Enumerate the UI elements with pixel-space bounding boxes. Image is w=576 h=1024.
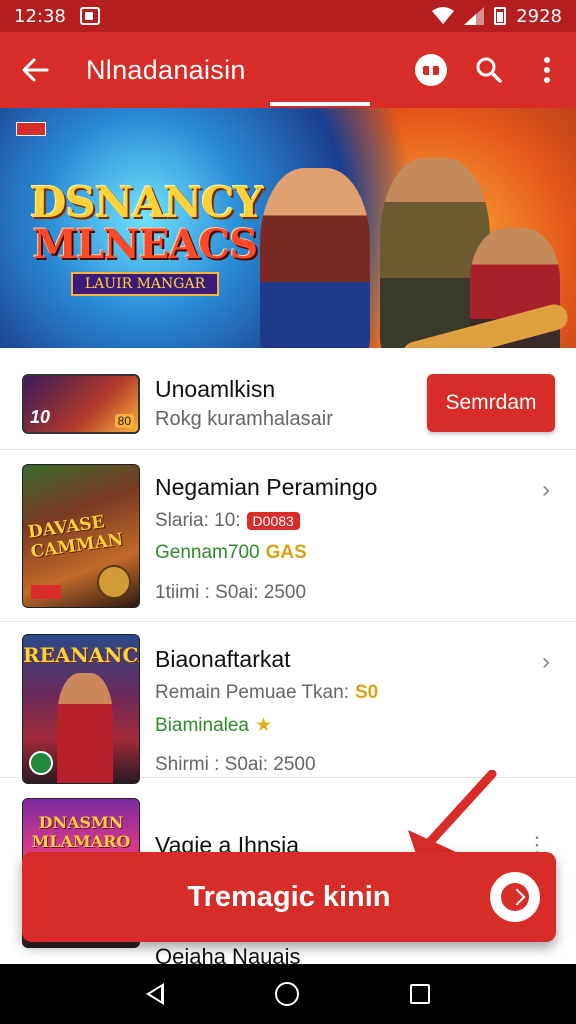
list-item[interactable]: DAVASE CAMMAN Negamian Peramingo Slaria:… xyxy=(0,450,576,622)
chevron-right-icon[interactable]: › xyxy=(542,476,550,504)
battery-icon xyxy=(494,7,507,25)
list-item[interactable]: REANANCA Biaonaftarkat Remain Pemuae Tka… xyxy=(0,622,576,784)
search-button[interactable] xyxy=(460,32,518,108)
banner-logo: DSNANCY MLNEACS LAUIR MANGAR xyxy=(30,178,264,296)
status-icons: 2928 xyxy=(432,6,562,27)
wifi-icon xyxy=(432,7,455,24)
search-icon xyxy=(476,57,502,83)
featured-banner[interactable]: DSNANCY MLNEACS LAUIR MANGAR xyxy=(0,108,576,348)
more-vert-icon xyxy=(544,57,550,83)
banner-logo-line2: MLNEACS xyxy=(32,221,258,268)
banner-badge xyxy=(16,122,46,136)
hero-character-1 xyxy=(260,168,370,348)
status-time: 12:38 xyxy=(14,5,66,27)
banner-logo-tag: LAUIR MANGAR xyxy=(70,272,220,296)
status-badge: D0083 xyxy=(246,512,300,530)
arrow-left-icon xyxy=(22,58,49,82)
game-name: Unoamlkisn xyxy=(155,376,276,402)
thumbnail-title: REANANCA xyxy=(23,643,139,667)
store-button[interactable] xyxy=(402,32,460,108)
game-subtitle: Rokg kuramhalasair xyxy=(155,408,333,430)
nav-home-icon[interactable] xyxy=(274,982,299,1006)
more-options-button[interactable] xyxy=(518,32,576,108)
game-meta-text: Slaria: 10: xyxy=(155,510,241,531)
back-button[interactable] xyxy=(0,32,70,108)
game-reward-text: Biaminalea xyxy=(155,714,249,736)
thumbnail-logo xyxy=(29,751,53,775)
app-screen: 12:38 2928 Nlnadanaisin DSNANCY MLNEACS … xyxy=(0,0,576,1024)
nav-back-icon[interactable] xyxy=(145,983,164,1005)
star-icon: ★ xyxy=(255,715,273,736)
nav-recents-icon[interactable] xyxy=(410,984,431,1004)
thumbnail-badge xyxy=(31,585,61,599)
banner-logo-line1: DSNANCY xyxy=(30,178,264,227)
app-bar: Nlnadanaisin xyxy=(0,32,576,108)
thumbnail-title: DAVASE CAMMAN xyxy=(26,512,125,563)
game-reward: Biaminalea ★ xyxy=(155,714,272,737)
thumbnail-character xyxy=(57,673,113,783)
game-score: Shirmi : S0ai: 2500 xyxy=(155,754,316,775)
game-thumbnail: 10 80 xyxy=(22,374,140,434)
thumbnail-emblem xyxy=(97,565,131,599)
game-reward: Gennam700 GAS xyxy=(155,542,307,564)
reward-badge: GAS xyxy=(265,542,307,563)
game-name: Negamian Peramingo xyxy=(155,474,378,500)
system-nav-bar xyxy=(0,964,576,1024)
page-title: Nlnadanaisin xyxy=(86,54,246,85)
list-item-top[interactable]: 10 80 Unoamlkisn Rokg kuramhalasair Semr… xyxy=(0,348,576,450)
game-score: 1tiimi : S0ai: 2500 xyxy=(155,582,307,603)
status-right-text: 2928 xyxy=(516,5,562,27)
game-thumbnail: DAVASE CAMMAN xyxy=(22,464,140,608)
game-reward-text: Gennam700 xyxy=(155,542,260,563)
primary-action-button[interactable]: Semrdam xyxy=(427,374,555,432)
game-meta: Remain Pemuae Tkan: S0 xyxy=(155,682,378,704)
game-meta-text: Remain Pemuae Tkan: xyxy=(155,682,349,703)
thumbnail-corner-badge: 80 xyxy=(114,414,134,428)
cta-label: Tremagic kinin xyxy=(187,880,391,913)
floating-cta-button[interactable]: Tremagic kinin xyxy=(22,852,556,942)
cta-icon xyxy=(490,872,540,922)
thumbnail-title: DNASMN MLAMARO xyxy=(31,813,131,851)
game-thumbnail: REANANCA xyxy=(22,634,140,784)
status-bar: 12:38 2928 xyxy=(0,0,576,32)
thumbnail-label: 10 xyxy=(30,407,51,427)
chevron-right-icon[interactable]: › xyxy=(542,648,550,676)
notification-icon xyxy=(79,7,100,25)
game-name: Biaonaftarkat xyxy=(155,646,291,672)
signal-icon xyxy=(464,7,485,25)
store-icon xyxy=(415,54,447,86)
coin-badge: S0 xyxy=(354,682,379,703)
game-meta: Slaria: 10: D0083 xyxy=(155,510,300,532)
tab-indicator xyxy=(270,102,370,106)
